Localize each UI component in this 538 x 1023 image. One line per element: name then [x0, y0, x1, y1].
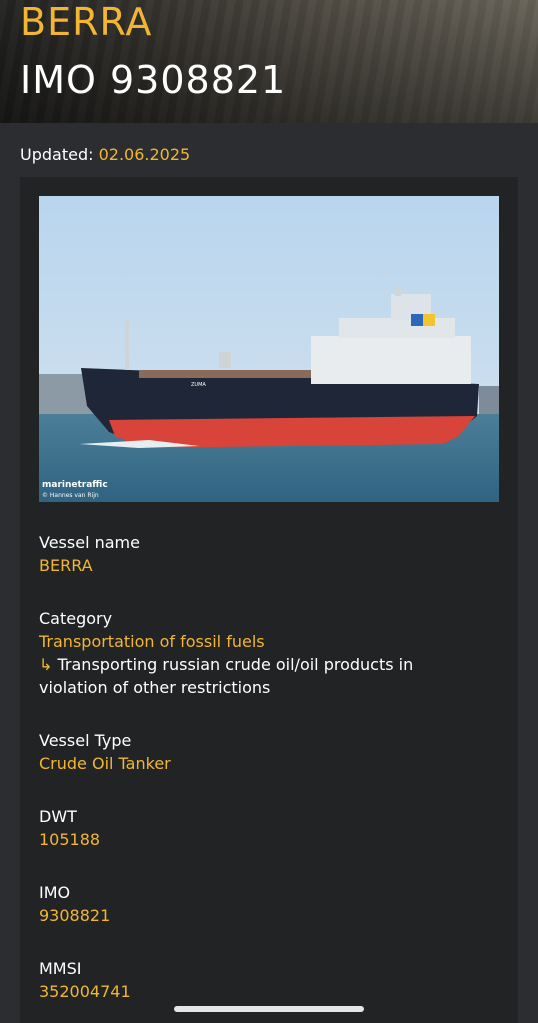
subcategory-text: Transporting russian crude oil/oil produ…	[39, 655, 414, 697]
imo-label: IMO	[39, 883, 71, 902]
updated-line: Updated: 02.06.2025	[20, 145, 190, 164]
field-imo: IMO 9308821	[39, 881, 479, 927]
category-value: Transportation of fossil fuels	[39, 632, 265, 651]
mmsi-value: 352004741	[39, 982, 131, 1001]
photo-watermark: marinetraffic	[42, 480, 108, 490]
field-vessel-name: Vessel name BERRA	[39, 531, 479, 577]
vessel-type-label: Vessel Type	[39, 731, 132, 750]
vessel-name-value: BERRA	[39, 556, 93, 575]
category-subcategory: ↳ Transporting russian crude oil/oil pro…	[39, 653, 479, 699]
hull-name-text: ZUMA	[191, 382, 206, 388]
field-category: Category Transportation of fossil fuels …	[39, 607, 479, 699]
vessel-type-value: Crude Oil Tanker	[39, 754, 171, 773]
vessel-name-label: Vessel name	[39, 533, 140, 552]
vessel-photo[interactable]: ZUMA marinetraffic © Hannes van Rijn	[39, 196, 499, 502]
field-dwt: DWT 105188	[39, 805, 479, 851]
field-mmsi: MMSI 352004741	[39, 957, 479, 1003]
vessel-title: BERRA	[20, 0, 153, 44]
dwt-value: 105188	[39, 830, 101, 849]
header-banner: BERRA IMO 9308821	[0, 0, 538, 123]
vessel-card: ZUMA marinetraffic © Hannes van Rijn Ves…	[20, 177, 518, 1023]
home-indicator[interactable]	[174, 1006, 364, 1012]
subcategory-arrow-icon: ↳	[39, 655, 53, 674]
photo-credit: © Hannes van Rijn	[42, 492, 99, 499]
field-vessel-type: Vessel Type Crude Oil Tanker	[39, 729, 479, 775]
imo-value: 9308821	[39, 906, 111, 925]
imo-title: IMO 9308821	[20, 58, 287, 102]
updated-label: Updated:	[20, 145, 94, 164]
mmsi-label: MMSI	[39, 959, 82, 978]
category-label: Category	[39, 609, 113, 628]
dwt-label: DWT	[39, 807, 77, 826]
updated-date: 02.06.2025	[98, 145, 191, 164]
